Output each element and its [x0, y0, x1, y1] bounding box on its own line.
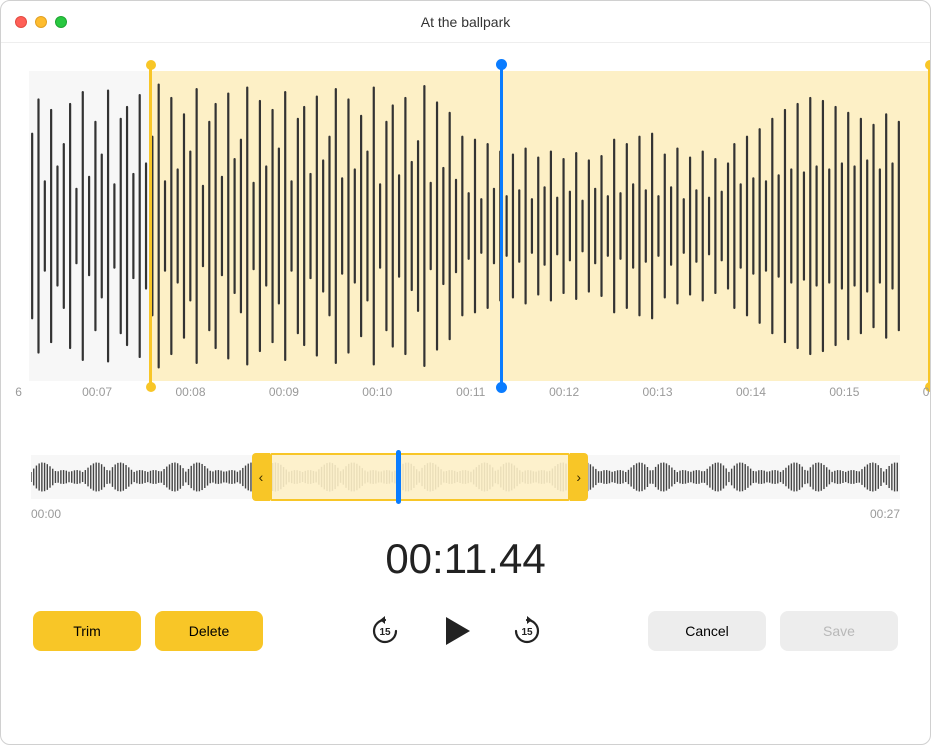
- trim-button[interactable]: Trim: [33, 611, 141, 651]
- timeline-tick: 00:16: [923, 385, 931, 399]
- svg-text:15: 15: [379, 627, 391, 638]
- current-time-display: 00:11.44: [29, 535, 902, 583]
- timeline-tick: 6: [15, 385, 22, 399]
- timeline-tick: 00:09: [269, 385, 299, 399]
- timeline-tick: 00:11: [456, 385, 485, 399]
- waveform-overview[interactable]: ‹ ›: [31, 455, 900, 499]
- play-icon: [438, 613, 474, 649]
- skip-back-icon: 15: [370, 616, 400, 646]
- editor-content: 6 00:07 00:08 00:09 00:10 00:11 00:12 00:13 00:1…: [1, 43, 930, 744]
- waveform-bars: [29, 71, 902, 381]
- playhead[interactable]: [500, 65, 503, 387]
- overview-time-labels: 00:00 00:27: [29, 507, 902, 521]
- window-title: At the ballpark: [1, 14, 930, 30]
- overview-playhead[interactable]: [396, 450, 401, 504]
- controls-row: Trim Delete 15: [29, 609, 902, 653]
- timeline-tick: 00:12: [549, 385, 579, 399]
- play-button[interactable]: [434, 609, 478, 653]
- selection-start-handle[interactable]: [149, 65, 152, 387]
- timeline-tick: 00:13: [643, 385, 673, 399]
- timeline-tick: 00:14: [736, 385, 766, 399]
- window-controls: [15, 16, 67, 28]
- close-window-button[interactable]: [15, 16, 27, 28]
- editor-window: At the ballpark 6 00:07 00:08 00:09 00:10 00:…: [0, 0, 931, 745]
- confirm-actions: Cancel Save: [648, 611, 898, 651]
- minimize-window-button[interactable]: [35, 16, 47, 28]
- save-button[interactable]: Save: [780, 611, 898, 651]
- titlebar: At the ballpark: [1, 1, 930, 43]
- timeline-tick: 00:10: [362, 385, 392, 399]
- playback-controls: 15 15: [366, 609, 546, 653]
- overview-selection: [270, 453, 570, 501]
- edit-actions: Trim Delete: [33, 611, 263, 651]
- overview-start-time: 00:00: [31, 507, 61, 521]
- timeline-tick: 00:07: [82, 385, 112, 399]
- zoom-window-button[interactable]: [55, 16, 67, 28]
- overview-trim-end-handle[interactable]: ›: [570, 453, 588, 501]
- svg-text:15: 15: [521, 627, 533, 638]
- skip-forward-15-button[interactable]: 15: [508, 612, 546, 650]
- skip-forward-icon: 15: [512, 616, 542, 646]
- overview-trim-start-handle[interactable]: ‹: [252, 453, 270, 501]
- skip-back-15-button[interactable]: 15: [366, 612, 404, 650]
- cancel-button[interactable]: Cancel: [648, 611, 766, 651]
- timeline-tick: 00:15: [829, 385, 859, 399]
- delete-button[interactable]: Delete: [155, 611, 263, 651]
- waveform-detail[interactable]: [29, 71, 902, 381]
- timeline-ruler: 600:0700:0800:0900:1000:1100:1200:1300:1…: [29, 385, 902, 411]
- overview-end-time: 00:27: [870, 507, 900, 521]
- timeline-tick: 00:08: [175, 385, 205, 399]
